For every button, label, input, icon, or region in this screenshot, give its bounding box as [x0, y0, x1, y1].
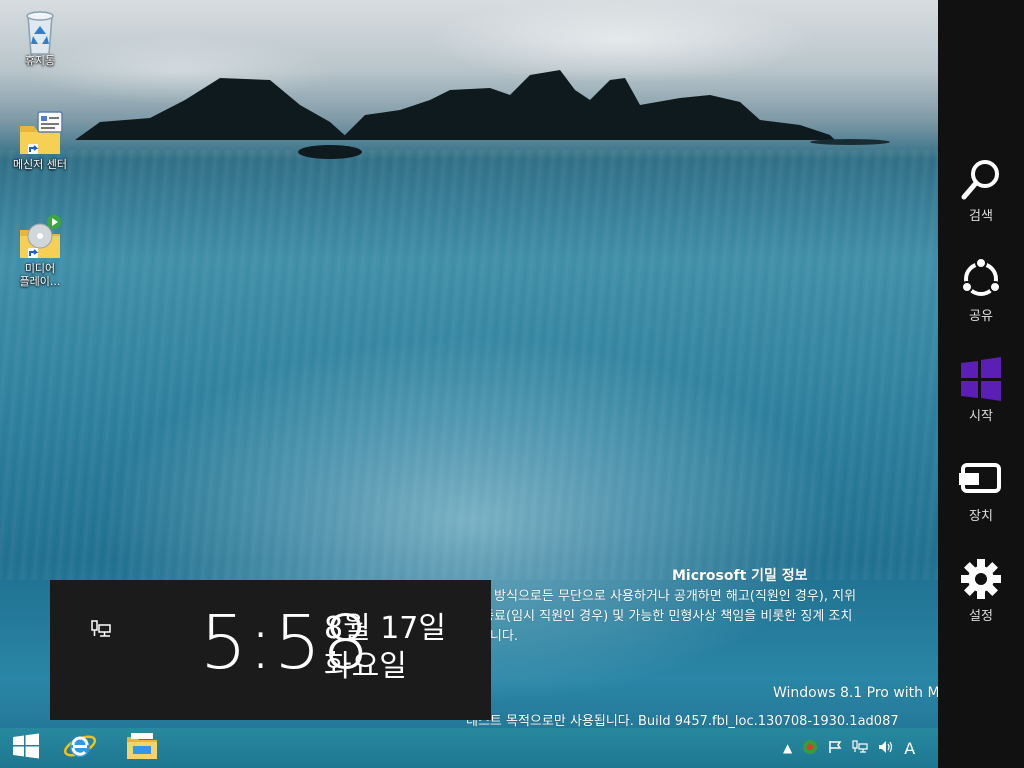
taskbar: ▲ A: [0, 728, 938, 768]
charm-devices[interactable]: 장치: [938, 455, 1024, 524]
flag-icon[interactable]: [828, 740, 842, 757]
network-tray-icon[interactable]: [852, 739, 868, 757]
search-icon: [957, 155, 1005, 203]
charm-devices-label: 장치: [969, 509, 993, 524]
messenger-center-icon: [16, 110, 64, 158]
ime-language-indicator[interactable]: A: [904, 739, 915, 758]
watermark-line1: 어떤 방식으로든 무단으로 사용하거나 공개하면 해고(직원인 경우), 지위: [466, 589, 857, 604]
charm-search-label: 검색: [969, 209, 993, 224]
charms-bar: 검색 공유 시작 장치 설정: [938, 0, 1024, 768]
recycle-bin-shortcut[interactable]: 휴지통: [3, 6, 77, 67]
volume-icon[interactable]: [878, 740, 894, 757]
settings-icon: [957, 555, 1005, 603]
clock-date: 8월 17일 화요일: [324, 610, 446, 686]
watermark-build: 테스트 목적으로만 사용됩니다. Build 9457.fbl_loc.1307…: [466, 714, 899, 729]
clock-date-day: 8월 17일: [324, 611, 446, 646]
windows-start-icon: [957, 355, 1005, 403]
media-player-label-line2: 플레이...: [19, 275, 61, 288]
media-player-icon: [16, 214, 64, 262]
windows-start-icon: [12, 733, 40, 763]
file-explorer-icon: [125, 731, 159, 765]
messenger-center-label: 메신저 센터: [12, 158, 68, 171]
charm-share-label: 공유: [969, 309, 993, 324]
charm-share[interactable]: 공유: [938, 255, 1024, 324]
messenger-center-shortcut[interactable]: 메신저 센터: [3, 110, 77, 171]
charm-start-label: 시작: [969, 409, 993, 424]
recycle-bin-icon: [16, 6, 64, 55]
media-player-label-line1: 미디어: [24, 262, 56, 275]
action-center-status-icon[interactable]: [802, 739, 818, 758]
rock-silhouettes: [75, 70, 890, 159]
charm-search[interactable]: 검색: [938, 155, 1024, 224]
watermark-edition: Windows 8.1 Pro with M: [773, 685, 940, 701]
watermark-line2: 의 종료(임시 직원인 경우) 및 가능한 민형사상 책임을 비롯한 징계 조치: [466, 609, 853, 624]
watermark-title: Microsoft 기밀 정보: [672, 568, 808, 584]
charm-start[interactable]: 시작: [938, 355, 1024, 424]
taskbar-file-explorer[interactable]: [116, 728, 168, 768]
network-icon: [90, 620, 112, 644]
clock-overlay: 5:58 8월 17일 화요일: [50, 580, 491, 720]
internet-explorer-icon: [63, 729, 97, 767]
share-icon: [957, 255, 1005, 303]
clock-weekday: 화요일: [324, 649, 407, 684]
devices-icon: [957, 455, 1005, 503]
media-player-shortcut[interactable]: 미디어 플레이...: [3, 214, 77, 288]
start-button[interactable]: [0, 728, 52, 768]
taskbar-internet-explorer[interactable]: [54, 728, 106, 768]
charm-settings[interactable]: 설정: [938, 555, 1024, 624]
water-streaks: [0, 150, 940, 580]
show-hidden-icons-chevron-up-icon[interactable]: ▲: [783, 741, 792, 755]
system-tray: ▲ A: [778, 728, 920, 768]
charm-settings-label: 설정: [969, 609, 993, 624]
